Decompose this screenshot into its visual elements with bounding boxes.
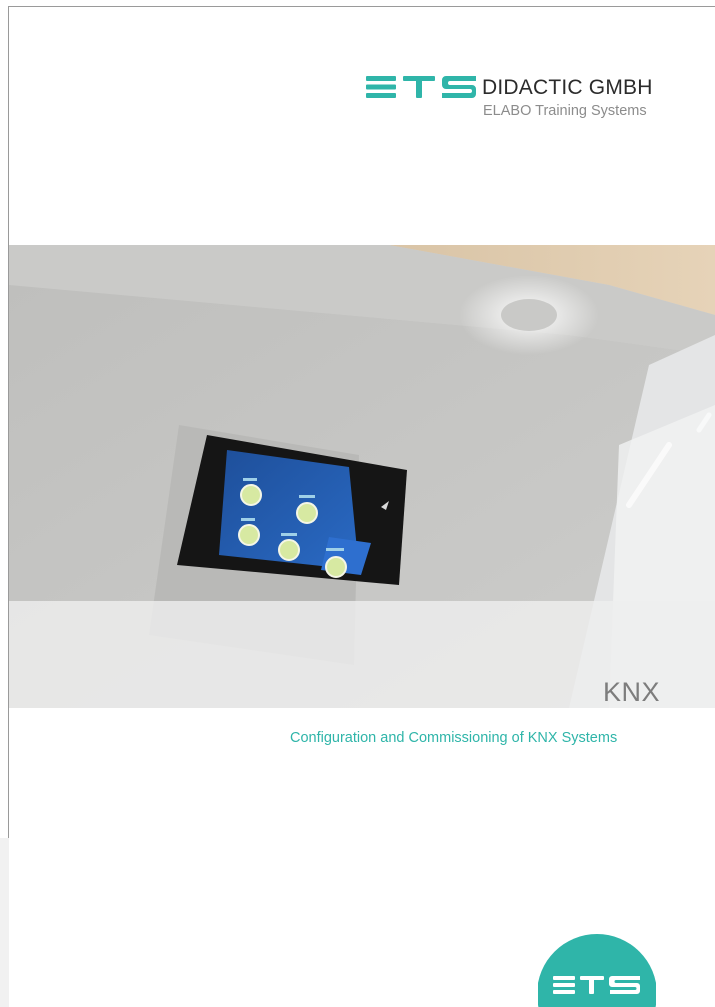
company-subline: ELABO Training Systems — [483, 103, 647, 119]
company-name: DIDACTIC GMBH — [482, 76, 653, 99]
frame-top-rule — [8, 6, 715, 7]
knx-panel-photo: KNX — [9, 245, 715, 708]
ets-logo — [366, 76, 476, 98]
bottom-left-tab — [0, 838, 9, 1007]
product-title: KNX — [602, 677, 660, 707]
cover-tagline: Configuration and Commissioning of KNX S… — [290, 730, 618, 746]
brochure-cover: DIDACTIC GMBH ELABO Training Systems KNX… — [0, 0, 715, 1007]
ets-badge-logo — [538, 934, 656, 1007]
